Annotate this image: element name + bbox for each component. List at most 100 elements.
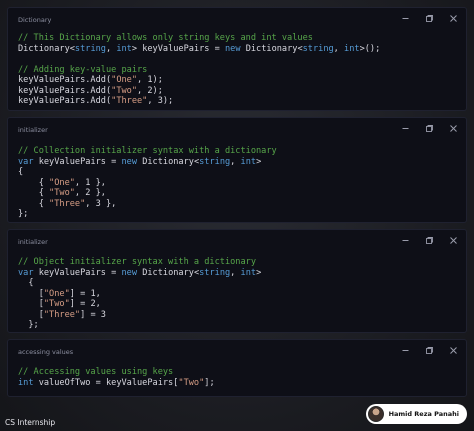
code-block: // Accessing values using keys int valueO…: [18, 367, 215, 388]
code-line: // Accessing values using keys: [18, 367, 215, 378]
code-text: ,: [230, 156, 241, 167]
code-text: valueOfTwo = keyValuePairs[: [33, 377, 179, 388]
code-line: // Collection initializer syntax with a …: [18, 146, 277, 157]
code-keyword: new: [121, 267, 138, 278]
window-titlebar: accessing values: [8, 340, 466, 363]
code-line: ["Three"] = 3: [18, 310, 261, 321]
code-line: int valueOfTwo = keyValuePairs["Two"];: [18, 378, 215, 389]
code-line: // This Dictionary allows only string ke…: [18, 33, 380, 44]
code-text: ,: [230, 267, 241, 278]
code-comment: // Object initializer syntax with a dict…: [18, 257, 256, 267]
code-text: keyValuePairs.Add(: [18, 85, 112, 96]
code-line: keyValuePairs.Add("One", 1);: [18, 75, 380, 86]
code-keyword: string: [199, 156, 231, 167]
user-name: Hamid Reza Panahi: [388, 410, 459, 418]
code-string: "Two": [43, 299, 70, 309]
window-titlebar: initializer: [8, 118, 466, 141]
code-string: "Three": [111, 96, 148, 106]
code-block: // Object initializer syntax with a dict…: [18, 257, 261, 331]
code-block: // Collection initializer syntax with a …: [18, 146, 277, 220]
code-text: ] = 3: [80, 309, 106, 320]
code-text: , 3);: [147, 96, 174, 106]
user-badge[interactable]: Hamid Reza Panahi: [365, 404, 467, 424]
restore-icon[interactable]: [424, 345, 434, 355]
close-icon[interactable]: [448, 13, 458, 23]
code-string: "One": [111, 75, 138, 85]
code-text: , 2 },: [74, 188, 106, 198]
code-line: // Object initializer syntax with a dict…: [18, 257, 261, 268]
code-text: [: [18, 299, 44, 309]
code-line: ["Two"] = 2,: [18, 299, 261, 310]
code-text: Dictionary<: [18, 43, 75, 54]
code-text: Dictionary<: [240, 43, 303, 54]
restore-icon[interactable]: [424, 13, 434, 23]
close-icon[interactable]: [448, 123, 458, 133]
minimize-icon[interactable]: [400, 13, 410, 23]
code-keyword: new: [225, 43, 241, 54]
code-string: "Two": [178, 377, 205, 388]
close-icon[interactable]: [448, 345, 458, 355]
code-keyword: new: [121, 156, 138, 167]
code-keyword: int: [18, 377, 34, 388]
code-string: "One": [43, 288, 70, 299]
code-text: ];: [204, 377, 215, 388]
code-window-dictionary: Dictionary // This Dictionary allows onl…: [7, 7, 467, 111]
code-keyword: string: [199, 267, 231, 278]
minimize-icon[interactable]: [400, 345, 410, 355]
code-text: , 1);: [137, 75, 163, 85]
code-string: "Three": [49, 198, 86, 209]
minimize-icon[interactable]: [400, 123, 410, 133]
restore-icon[interactable]: [424, 123, 434, 133]
code-line: keyValuePairs.Add("Two", 2);: [18, 86, 380, 97]
code-text: };: [18, 209, 29, 219]
footer-label: CS Internship: [5, 418, 56, 427]
avatar: [367, 406, 384, 422]
code-text: keyValuePairs.Add(: [18, 75, 112, 85]
code-text: ] = 2,: [69, 299, 101, 309]
code-text: >: [256, 156, 262, 167]
code-string: "Two": [111, 85, 138, 96]
code-comment: // Adding key-value pairs: [18, 64, 148, 75]
code-text: {: [18, 188, 50, 198]
code-window-object-initializer: initializer // Object initializer syntax…: [7, 229, 467, 333]
code-line: {: [18, 167, 277, 178]
window-title: accessing values: [18, 348, 74, 356]
code-text: , 2);: [137, 85, 163, 96]
code-line: { "Three", 3 },: [18, 199, 277, 210]
code-line: { "Two", 2 },: [18, 188, 277, 199]
code-text: Dictionary<: [137, 267, 200, 278]
code-string: "One": [49, 177, 75, 188]
code-line: var keyValuePairs = new Dictionary<strin…: [18, 157, 277, 168]
code-text: >();: [359, 43, 381, 54]
code-text: , 3 },: [85, 198, 117, 209]
code-keyword: int: [344, 43, 360, 54]
code-line: Dictionary<string, int> keyValuePairs = …: [18, 44, 380, 55]
window-title: initializer: [18, 238, 48, 246]
code-text: {: [18, 198, 50, 209]
code-window-accessing-values: accessing values // Accessing values usi…: [7, 339, 467, 397]
close-icon[interactable]: [448, 235, 458, 245]
code-line: { "One", 1 },: [18, 178, 277, 189]
code-line: ["One"] = 1,: [18, 289, 261, 300]
code-window-collection-initializer: initializer // Collection initializer sy…: [7, 117, 467, 223]
code-string: "Two": [49, 188, 75, 198]
code-keyword: int: [116, 43, 132, 54]
code-text: {: [18, 167, 24, 177]
code-text: , 1 },: [74, 177, 106, 188]
code-line: };: [18, 320, 261, 331]
code-comment: // Collection initializer syntax with a …: [18, 146, 277, 156]
window-title: Dictionary: [18, 16, 52, 24]
code-line: keyValuePairs.Add("Three", 3);: [18, 96, 380, 107]
code-line: };: [18, 209, 277, 220]
code-text: ,: [105, 43, 117, 54]
window-titlebar: Dictionary: [8, 8, 466, 31]
restore-icon[interactable]: [424, 235, 434, 245]
code-text: };: [18, 320, 39, 330]
code-comment: // This Dictionary allows only string ke…: [18, 33, 313, 43]
minimize-icon[interactable]: [400, 235, 410, 245]
code-text: keyValuePairs =: [33, 267, 122, 278]
code-keyword: int: [240, 267, 257, 278]
code-text: {: [18, 278, 34, 288]
code-comment: // Accessing values using keys: [18, 367, 174, 377]
